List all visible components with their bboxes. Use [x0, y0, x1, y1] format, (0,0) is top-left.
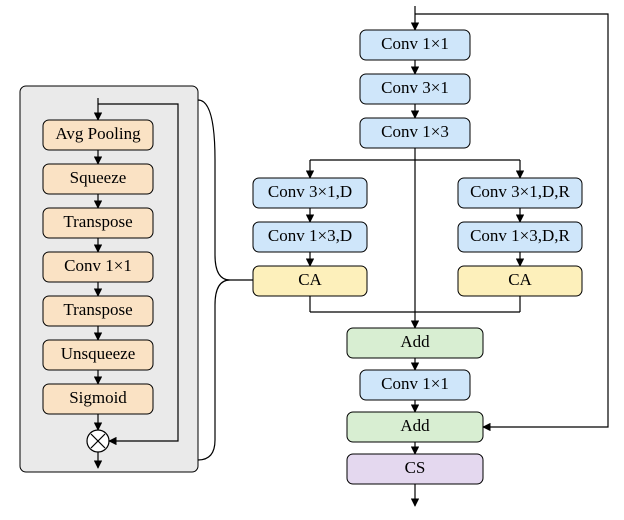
label-transpose2: Transpose [63, 300, 132, 319]
label-squeeze: Squeeze [70, 168, 127, 187]
block-squeeze: Squeeze [43, 164, 153, 194]
block-conv1x1L: Conv 1×1 [43, 252, 153, 282]
block-conv3x1: Conv 3×1 [360, 74, 470, 104]
block-transpose1: Transpose [43, 208, 153, 238]
block-unsqueeze: Unsqueeze [43, 340, 153, 370]
block-cs: CS [347, 454, 483, 484]
block-sigmoid: Sigmoid [43, 384, 153, 414]
block-conv1x1a: Conv 1×1 [360, 30, 470, 60]
block-conv3x1D: Conv 3×1,D [253, 178, 367, 208]
label-transpose1: Transpose [63, 212, 132, 231]
block-conv1x3D: Conv 1×3,D [253, 222, 367, 252]
label-unsqueeze: Unsqueeze [61, 344, 136, 363]
label-conv3x1DR: Conv 3×1,D,R [470, 182, 570, 201]
label-sigmoid: Sigmoid [69, 388, 127, 407]
label-conv3x1: Conv 3×1 [381, 78, 449, 97]
label-conv1x3D: Conv 1×3,D [268, 226, 352, 245]
label-conv1x3DR: Conv 1×3,D,R [470, 226, 570, 245]
block-caL: CA [253, 266, 367, 296]
label-conv1x3: Conv 1×3 [381, 122, 449, 141]
label-conv1x1a: Conv 1×1 [381, 34, 449, 53]
block-add2: Add [347, 412, 483, 442]
label-add1: Add [400, 332, 430, 351]
label-cs: CS [405, 458, 426, 477]
label-add2: Add [400, 416, 430, 435]
block-transpose2: Transpose [43, 296, 153, 326]
block-add1: Add [347, 328, 483, 358]
label-conv1x1L: Conv 1×1 [64, 256, 132, 275]
block-caR: CA [458, 266, 582, 296]
brace-connector [198, 100, 230, 460]
label-conv1x1b: Conv 1×1 [381, 374, 449, 393]
label-conv3x1D: Conv 3×1,D [268, 182, 352, 201]
multiply-node [87, 430, 109, 452]
label-avgpool: Avg Pooling [55, 124, 141, 143]
block-conv1x3DR: Conv 1×3,D,R [458, 222, 582, 252]
diagram-canvas: Avg Pooling Squeeze Transpose Conv 1×1 T… [0, 0, 624, 520]
label-caL: CA [298, 270, 322, 289]
block-conv3x1DR: Conv 3×1,D,R [458, 178, 582, 208]
label-caR: CA [508, 270, 532, 289]
block-avgpool: Avg Pooling [43, 120, 153, 150]
block-conv1x1b: Conv 1×1 [360, 370, 470, 400]
block-conv1x3: Conv 1×3 [360, 118, 470, 148]
